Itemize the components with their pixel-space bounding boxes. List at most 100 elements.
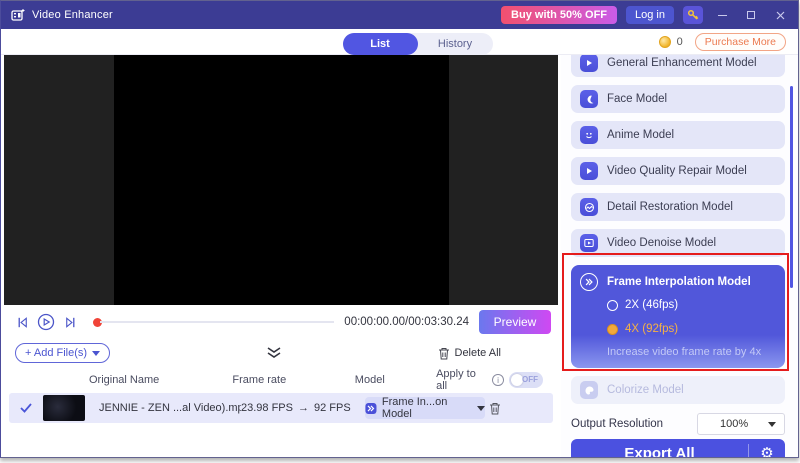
model-card-face[interactable]: Face Model <box>571 85 785 113</box>
model-label: General Enhancement Model <box>607 57 757 69</box>
model-card-frame-interpolation-selected[interactable]: Frame Interpolation Model 2X (46fps) 4X … <box>571 265 785 368</box>
file-row[interactable]: JENNIE - ZEN ...al Video).mp4 23.98 FPS … <box>9 393 553 423</box>
model-label: Colorize Model <box>607 384 684 396</box>
seek-track[interactable] <box>100 321 334 323</box>
export-settings-button[interactable]: ⚙ <box>749 444 785 457</box>
top-bar: List History 0 Purchase More <box>1 29 798 55</box>
sidebar-scrollbar[interactable] <box>790 86 793 288</box>
model-card-anime[interactable]: Anime Model <box>571 121 785 149</box>
file-name: JENNIE - ZEN ...al Video).mp4 <box>99 402 241 414</box>
fps-arrow: → <box>298 402 309 414</box>
buy-discount-button[interactable]: Buy with 50% OFF <box>501 6 617 24</box>
delete-all-button[interactable]: Delete All <box>438 347 501 360</box>
skip-forward-icon <box>63 315 78 330</box>
frame-interpolation-icon <box>580 273 598 291</box>
previous-frame-button[interactable] <box>13 313 31 331</box>
tab-group: List History <box>343 33 493 55</box>
option-4x[interactable]: 4X (92fps) <box>607 319 775 339</box>
table-header: Original Name Frame rate Model Apply to … <box>1 367 561 393</box>
apply-to-all-label: Apply to all <box>436 368 487 392</box>
model-label: Detail Restoration Model <box>607 201 733 213</box>
tab-history[interactable]: History <box>418 33 493 55</box>
playback-controls: 00:00:00.00/00:03:30.24 Preview <box>1 305 561 339</box>
tab-list[interactable]: List <box>343 33 418 55</box>
play-button[interactable] <box>37 313 55 331</box>
coin-icon <box>659 36 671 48</box>
frame-rate-cell: 23.98 FPS → 92 FPS <box>241 402 365 414</box>
chevron-down-icon <box>768 422 776 427</box>
purchase-more-button[interactable]: Purchase More <box>695 33 786 51</box>
option-4x-label: 4X (92fps) <box>625 323 678 335</box>
option-2x[interactable]: 2X (46fps) <box>607 295 775 315</box>
app-logo-icon <box>11 8 25 22</box>
model-card-detail-restoration[interactable]: Detail Restoration Model <box>571 193 785 221</box>
video-denoise-icon <box>580 234 598 252</box>
apply-to-all-toggle[interactable]: OFF <box>509 372 543 388</box>
preview-button[interactable]: Preview <box>479 310 551 334</box>
video-frame <box>114 55 449 305</box>
app-window: Video Enhancer Buy with 50% OFF Log in L… <box>0 0 799 458</box>
add-files-button[interactable]: + Add File(s) <box>15 343 110 363</box>
export-all-button[interactable]: Export All ⚙ <box>571 439 785 457</box>
colorize-model-icon <box>580 381 598 399</box>
row-model-dropdown[interactable]: Frame In...on Model <box>365 397 485 419</box>
checkmark-icon <box>20 403 32 413</box>
close-button[interactable] <box>770 6 790 24</box>
option-2x-label: 2X (46fps) <box>625 299 678 311</box>
time-display: 00:00:00.00/00:03:30.24 <box>344 316 469 328</box>
model-card-colorize[interactable]: Colorize Model <box>571 376 785 404</box>
toggle-knob <box>511 374 523 386</box>
chevron-down-icon <box>92 351 100 356</box>
info-icon[interactable]: i <box>492 374 504 386</box>
model-card-video-denoise[interactable]: Video Denoise Model <box>571 229 785 257</box>
model-label: Video Denoise Model <box>607 237 716 249</box>
fps-to: 92 FPS <box>314 402 351 414</box>
next-frame-button[interactable] <box>61 313 79 331</box>
trash-icon <box>489 402 501 415</box>
fps-from: 23.98 FPS <box>241 402 293 414</box>
video-preview <box>4 55 558 305</box>
maximize-button[interactable] <box>741 6 761 24</box>
play-icon <box>37 313 55 331</box>
row-delete-button[interactable] <box>489 402 501 415</box>
close-icon <box>776 11 785 20</box>
delete-all-label: Delete All <box>455 347 501 359</box>
frame-interpolation-description: Increase video frame rate by 4x <box>607 346 775 358</box>
title-bar: Video Enhancer Buy with 50% OFF Log in <box>1 1 798 29</box>
minimize-icon <box>718 15 727 16</box>
trash-icon <box>438 347 450 360</box>
model-sidebar: General Enhancement Model Face Model Ani… <box>561 55 798 457</box>
files-toolbar: + Add File(s) Delete All <box>1 339 561 367</box>
general-enhancement-icon <box>580 55 598 72</box>
maximize-icon <box>747 11 755 19</box>
output-resolution-select[interactable]: 100% <box>697 413 785 435</box>
login-button[interactable]: Log in <box>626 6 674 24</box>
main-panel: 00:00:00.00/00:03:30.24 Preview + Add Fi… <box>1 55 561 457</box>
collapse-list-button[interactable] <box>266 347 282 359</box>
anime-model-icon <box>580 126 598 144</box>
row-selected-check[interactable] <box>9 403 43 413</box>
key-icon <box>687 9 699 21</box>
app-title: Video Enhancer <box>32 9 113 21</box>
frame-interpolation-title: Frame Interpolation Model <box>607 276 751 288</box>
model-label: Face Model <box>607 93 667 105</box>
toggle-state-label: OFF <box>522 375 538 384</box>
detail-restoration-icon <box>580 198 598 216</box>
model-label: Video Quality Repair Model <box>607 165 747 177</box>
double-chevron-down-icon <box>266 347 282 359</box>
face-model-icon <box>580 90 598 108</box>
video-thumbnail <box>43 395 85 421</box>
output-resolution-label: Output Resolution <box>571 418 663 430</box>
model-card-general-enhancement[interactable]: General Enhancement Model <box>571 55 785 77</box>
output-resolution-value: 100% <box>720 418 748 430</box>
radio-unselected-icon[interactable] <box>607 300 618 311</box>
minimize-button[interactable] <box>712 6 732 24</box>
model-card-video-quality-repair[interactable]: Video Quality Repair Model <box>571 157 785 185</box>
output-resolution-row: Output Resolution 100% <box>571 412 785 436</box>
radio-selected-icon[interactable] <box>607 324 618 335</box>
video-quality-repair-icon <box>580 162 598 180</box>
export-all-label: Export All <box>571 445 748 458</box>
model-label: Anime Model <box>607 129 674 141</box>
register-key-button[interactable] <box>683 6 703 24</box>
seek-slider[interactable] <box>93 318 334 327</box>
